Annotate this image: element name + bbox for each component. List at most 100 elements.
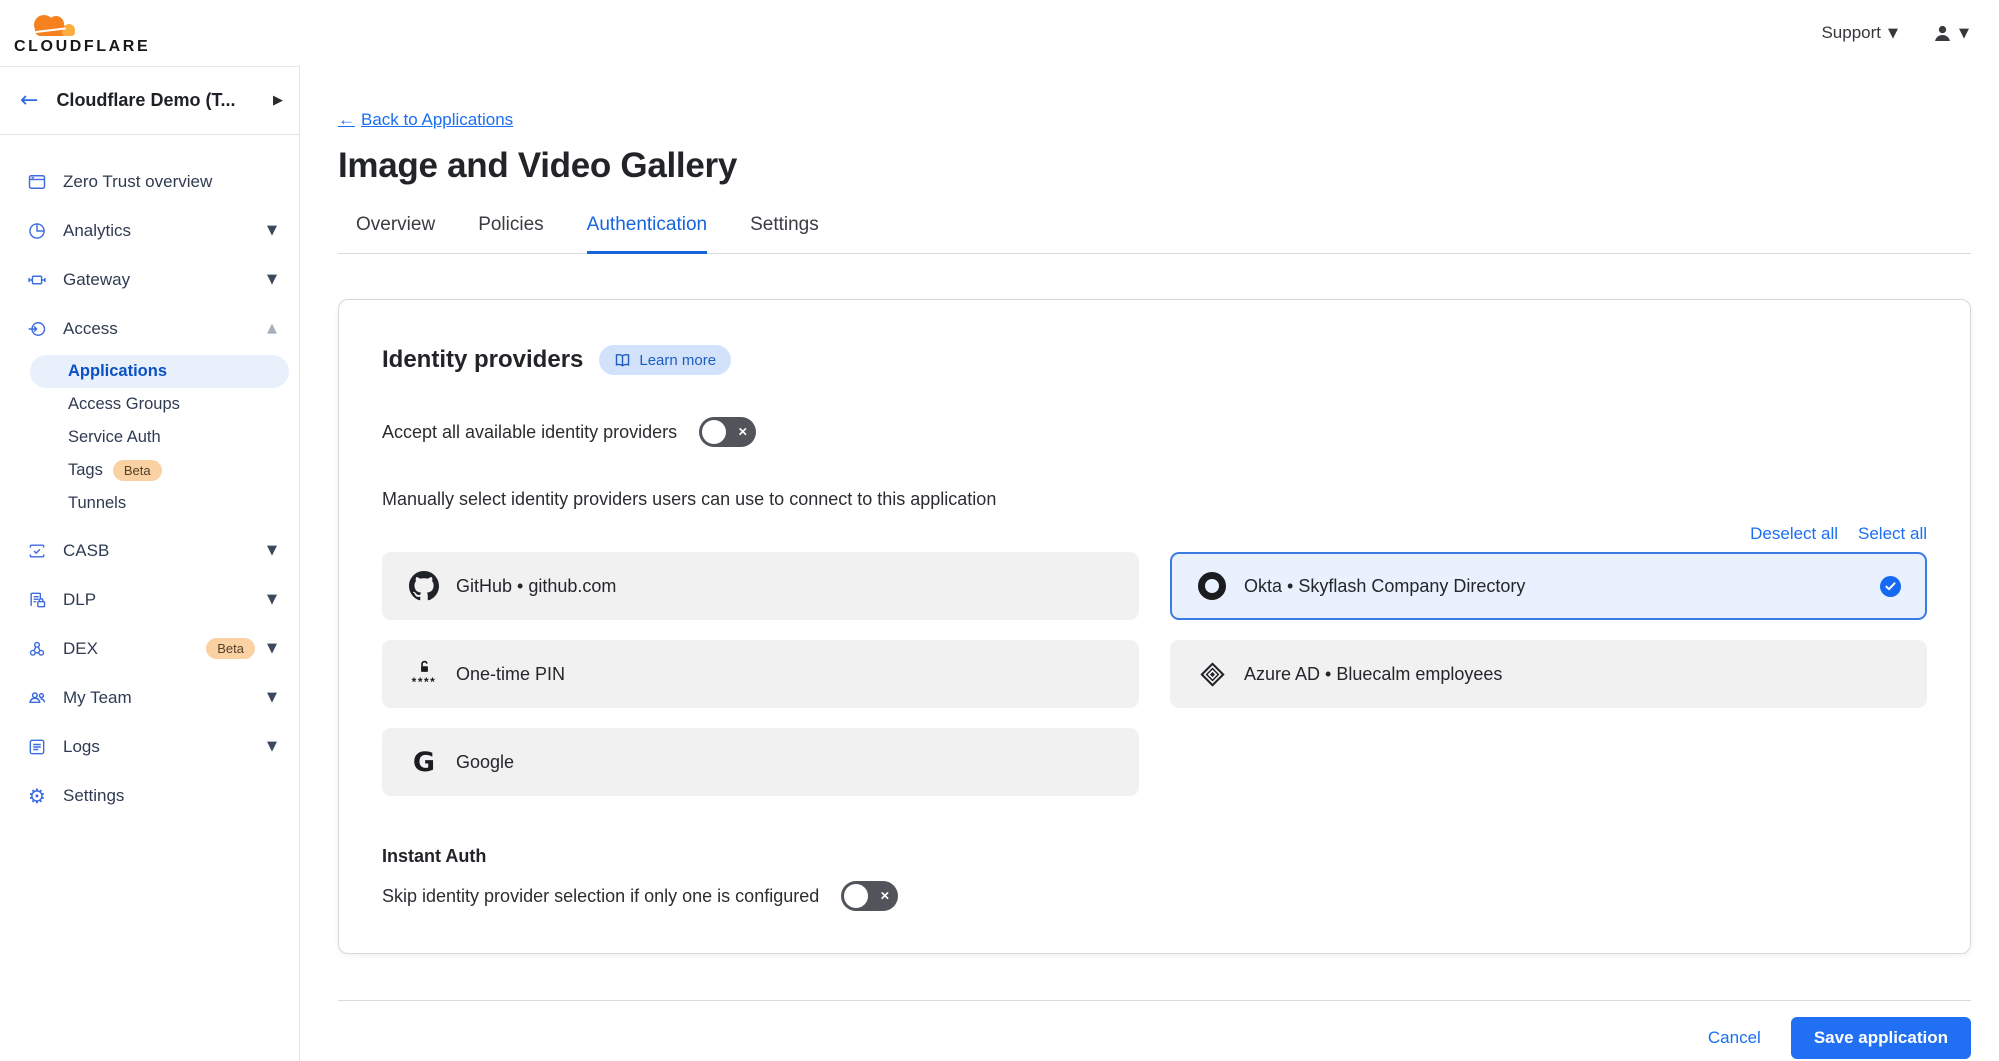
- provider-card-github[interactable]: GitHub • github.com: [382, 552, 1139, 620]
- top-bar: CLOUDFLARE Support ▼ ▼: [0, 0, 1999, 66]
- toggle-x-icon: ×: [880, 889, 889, 904]
- select-all-link[interactable]: Select all: [1858, 524, 1927, 544]
- provider-card-azure-ad[interactable]: Azure AD • Bluecalm employees: [1170, 640, 1927, 708]
- sidebar-item-service-auth[interactable]: Service Auth: [30, 421, 289, 454]
- provider-card-one-time-pin[interactable]: **** One-time PIN: [382, 640, 1139, 708]
- tab-authentication[interactable]: Authentication: [587, 214, 707, 254]
- sidebar-item-label: My Team: [63, 688, 267, 708]
- brand-wordmark: CLOUDFLARE: [14, 38, 150, 56]
- casb-icon: [26, 540, 48, 562]
- sidebar-item-tunnels[interactable]: Tunnels: [30, 487, 289, 520]
- sidebar-item-label: Tunnels: [68, 494, 126, 513]
- user-account-menu[interactable]: ▼: [1932, 23, 1969, 44]
- back-arrow-icon[interactable]: ←: [20, 88, 38, 113]
- analytics-icon: [26, 220, 48, 242]
- tab-settings[interactable]: Settings: [750, 214, 819, 254]
- sidebar-item-access-groups[interactable]: Access Groups: [30, 388, 289, 421]
- chevron-down-icon: ▼: [1888, 26, 1898, 41]
- instant-auth-heading: Instant Auth: [382, 846, 1927, 867]
- tab-overview[interactable]: Overview: [356, 214, 435, 254]
- tab-policies[interactable]: Policies: [478, 214, 543, 254]
- dlp-icon: [26, 589, 48, 611]
- chevron-down-icon[interactable]: ▼: [267, 690, 277, 705]
- sidebar-item-label: Access Groups: [68, 395, 180, 414]
- account-name: Cloudflare Demo (T...: [56, 90, 273, 111]
- sidebar-item-dlp[interactable]: DLP ▼: [0, 575, 299, 624]
- footer-actions: Cancel Save application: [338, 1017, 1971, 1059]
- provider-card-google[interactable]: G Google: [382, 728, 1139, 796]
- card-title: Identity providers: [382, 346, 583, 374]
- cloudflare-logo: CLOUDFLARE: [12, 10, 150, 56]
- dex-icon: [26, 638, 48, 660]
- provider-card-okta[interactable]: Okta • Skyflash Company Directory: [1170, 552, 1927, 620]
- access-sub-menu: Applications Access Groups Service Auth …: [0, 355, 299, 520]
- sidebar-item-label: Gateway: [63, 270, 267, 290]
- sidebar-item-label: DEX: [63, 639, 196, 659]
- page-title: Image and Video Gallery: [338, 146, 1971, 186]
- back-link-label: Back to Applications: [361, 110, 513, 130]
- chevron-down-icon[interactable]: ▼: [267, 592, 277, 607]
- sidebar-item-dex[interactable]: DEX Beta ▼: [0, 624, 299, 673]
- sidebar-account-header: ← Cloudflare Demo (T... ▶: [0, 67, 299, 135]
- user-icon: [1932, 23, 1953, 44]
- chevron-right-icon[interactable]: ▶: [273, 93, 283, 108]
- sidebar-item-label: CASB: [63, 541, 267, 561]
- sidebar-item-label: Tags: [68, 461, 103, 480]
- support-menu[interactable]: Support ▼: [1821, 23, 1898, 43]
- gateway-icon: [26, 269, 48, 291]
- github-icon: [408, 571, 440, 601]
- deselect-all-link[interactable]: Deselect all: [1750, 524, 1838, 544]
- logs-icon: [26, 736, 48, 758]
- sidebar-item-label: Analytics: [63, 221, 267, 241]
- google-icon: G: [408, 747, 440, 778]
- back-to-applications-link[interactable]: ←Back to Applications: [338, 110, 513, 130]
- sidebar: ← Cloudflare Demo (T... ▶ Zero Trust ove…: [0, 66, 300, 1061]
- toggle-knob: [844, 884, 868, 908]
- main-content: ←Back to Applications Image and Video Ga…: [300, 66, 1999, 1061]
- sidebar-item-zero-trust-overview[interactable]: Zero Trust overview: [0, 157, 299, 206]
- sidebar-item-logs[interactable]: Logs ▼: [0, 722, 299, 771]
- chevron-down-icon[interactable]: ▼: [267, 739, 277, 754]
- chevron-down-icon[interactable]: ▼: [267, 272, 277, 287]
- chevron-down-icon[interactable]: ▼: [267, 543, 277, 558]
- provider-name: Azure AD • Bluecalm employees: [1244, 664, 1901, 685]
- azure-ad-icon: [1196, 661, 1228, 688]
- manual-select-hint: Manually select identity providers users…: [382, 489, 1927, 510]
- sidebar-item-label: Access: [63, 319, 267, 339]
- one-time-pin-icon: ****: [408, 660, 440, 688]
- selected-check-icon: [1880, 576, 1901, 597]
- chevron-up-icon[interactable]: ▲: [267, 321, 277, 336]
- save-application-button[interactable]: Save application: [1791, 1017, 1971, 1059]
- chevron-down-icon[interactable]: ▼: [267, 641, 277, 656]
- sidebar-item-gateway[interactable]: Gateway ▼: [0, 255, 299, 304]
- toggle-x-icon: ×: [738, 425, 747, 440]
- sidebar-item-settings[interactable]: ⚙ Settings: [0, 771, 299, 820]
- accept-all-toggle[interactable]: ×: [699, 417, 756, 447]
- sidebar-item-access[interactable]: Access ▲: [0, 304, 299, 353]
- provider-name: Okta • Skyflash Company Directory: [1244, 576, 1880, 597]
- learn-more-button[interactable]: Learn more: [599, 345, 731, 375]
- provider-name: GitHub • github.com: [456, 576, 1113, 597]
- overview-icon: [26, 171, 48, 193]
- sidebar-item-my-team[interactable]: My Team ▼: [0, 673, 299, 722]
- chevron-down-icon: ▼: [1959, 26, 1969, 41]
- sidebar-item-analytics[interactable]: Analytics ▼: [0, 206, 299, 255]
- sidebar-item-applications[interactable]: Applications: [30, 355, 289, 388]
- book-icon: [614, 353, 631, 368]
- beta-badge: Beta: [206, 638, 255, 659]
- identity-providers-card: Identity providers Learn more Accept all…: [338, 299, 1971, 954]
- chevron-down-icon[interactable]: ▼: [267, 223, 277, 238]
- instant-auth-toggle[interactable]: ×: [841, 881, 898, 911]
- sidebar-item-label: Settings: [63, 786, 277, 806]
- okta-icon: [1196, 572, 1228, 600]
- tab-bar: Overview Policies Authentication Setting…: [338, 214, 1971, 254]
- sidebar-nav: Zero Trust overview Analytics ▼ Gateway …: [0, 135, 299, 820]
- sidebar-item-label: Service Auth: [68, 428, 161, 447]
- sidebar-item-label: Logs: [63, 737, 267, 757]
- sidebar-item-casb[interactable]: CASB ▼: [0, 526, 299, 575]
- gear-icon: ⚙: [26, 785, 48, 807]
- sidebar-item-tags[interactable]: Tags Beta: [30, 454, 289, 487]
- cancel-button[interactable]: Cancel: [1708, 1028, 1761, 1048]
- provider-name: One-time PIN: [456, 664, 1113, 685]
- provider-grid: GitHub • github.com Okta • Skyflash Comp…: [382, 552, 1927, 796]
